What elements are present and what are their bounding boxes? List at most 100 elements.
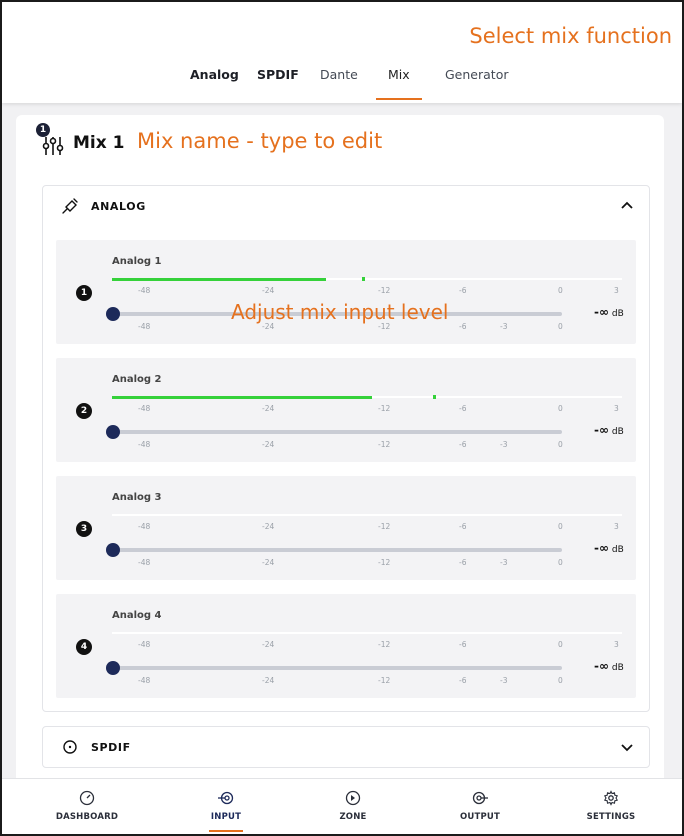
slider-tick-label: -6 bbox=[459, 558, 467, 567]
nav-input[interactable]: INPUT bbox=[171, 779, 281, 834]
slider-tick-label: -12 bbox=[378, 440, 391, 449]
channel-strip: Analog 4 4 -48 -24 -12 -6 0 3 -48 -24 -12 -6 -3 0 -∞ d… bbox=[56, 594, 636, 698]
meter-tick-label: -24 bbox=[262, 640, 275, 649]
slider-tick-label: -48 bbox=[138, 322, 151, 331]
tab-generator[interactable]: Generator bbox=[445, 68, 508, 102]
level-meter bbox=[112, 632, 622, 634]
slider-tick-label: 0 bbox=[558, 558, 563, 567]
slider-tick-label: 0 bbox=[558, 322, 563, 331]
spdif-section: SPDIF bbox=[42, 726, 650, 768]
gain-slider-knob[interactable] bbox=[106, 307, 120, 321]
nav-output-label: OUTPUT bbox=[459, 812, 501, 822]
input-icon bbox=[218, 791, 234, 805]
gain-slider-track[interactable] bbox=[112, 430, 562, 434]
nav-zone[interactable]: ZONE bbox=[298, 779, 408, 834]
analog-section-label: ANALOG bbox=[91, 200, 146, 213]
tab-mix[interactable]: Mix bbox=[376, 68, 422, 102]
slider-tick-label: -48 bbox=[138, 558, 151, 567]
level-meter-fill bbox=[112, 396, 372, 399]
meter-tick-label: -12 bbox=[378, 640, 391, 649]
nav-output[interactable]: OUTPUT bbox=[425, 779, 535, 834]
output-icon bbox=[472, 791, 488, 805]
tab-spdif[interactable]: SPDIF bbox=[257, 68, 299, 102]
tab-analog[interactable]: Analog bbox=[190, 68, 239, 102]
callout-mix-name: Mix name - type to edit bbox=[137, 129, 383, 153]
channel-label: Analog 1 bbox=[112, 256, 162, 267]
meter-tick-label: -24 bbox=[262, 404, 275, 413]
level-meter-peak bbox=[362, 277, 365, 281]
slider-tick-label: -48 bbox=[138, 440, 151, 449]
meter-tick-label: -12 bbox=[378, 522, 391, 531]
gain-slider-track[interactable] bbox=[112, 548, 562, 552]
zone-icon bbox=[345, 790, 361, 806]
cable-icon bbox=[62, 198, 78, 214]
meter-tick-label: -48 bbox=[138, 286, 151, 295]
nav-dashboard-label: DASHBOARD bbox=[55, 812, 119, 822]
channel-label: Analog 3 bbox=[112, 492, 162, 503]
level-meter bbox=[112, 514, 622, 516]
nav-input-label: INPUT bbox=[210, 812, 242, 822]
nav-dashboard[interactable]: DASHBOARD bbox=[32, 779, 142, 834]
nav-settings-label: SETTINGS bbox=[586, 812, 636, 822]
slider-tick-label: -12 bbox=[378, 558, 391, 567]
slider-tick-label: -6 bbox=[459, 440, 467, 449]
callout-adjust-level: Adjust mix input level bbox=[231, 300, 449, 324]
slider-tick-label: 0 bbox=[558, 676, 563, 685]
meter-tick-label: -24 bbox=[262, 522, 275, 531]
meter-tick-label: 0 bbox=[558, 522, 563, 531]
gain-readout: -∞ dB bbox=[594, 305, 624, 319]
spdif-section-header[interactable]: SPDIF bbox=[43, 727, 649, 767]
meter-tick-label: -6 bbox=[459, 640, 467, 649]
nav-settings[interactable]: SETTINGS bbox=[556, 779, 666, 834]
meter-tick-label: 0 bbox=[558, 286, 563, 295]
gain-readout: -∞ dB bbox=[594, 659, 624, 673]
slider-tick-label: -24 bbox=[262, 676, 275, 685]
analog-section-header[interactable]: ANALOG bbox=[43, 186, 649, 226]
tab-dante[interactable]: Dante bbox=[320, 68, 358, 102]
channel-strip: Analog 1 1 -48 -24 -12 -6 0 3 -48 -24 -12 -6 -3 0 -∞ d… bbox=[56, 240, 636, 344]
slider-tick-label: -6 bbox=[459, 322, 467, 331]
level-meter-peak bbox=[433, 395, 436, 399]
level-meter bbox=[112, 395, 622, 399]
gear-icon bbox=[603, 790, 619, 806]
meter-tick-label: 3 bbox=[614, 640, 619, 649]
chevron-down-icon[interactable] bbox=[619, 739, 635, 755]
meter-tick-label: -48 bbox=[138, 522, 151, 531]
meter-tick-label: -6 bbox=[459, 286, 467, 295]
callout-select-mix: Select mix function bbox=[469, 24, 672, 48]
spdif-section-label: SPDIF bbox=[91, 741, 131, 754]
channel-number-badge: 4 bbox=[76, 639, 92, 655]
meter-tick-label: 3 bbox=[614, 522, 619, 531]
level-meter-fill bbox=[112, 278, 326, 281]
channel-number-badge: 2 bbox=[76, 403, 92, 419]
meter-tick-label: 3 bbox=[614, 404, 619, 413]
nav-zone-label: ZONE bbox=[339, 812, 367, 822]
sliders-icon bbox=[42, 137, 64, 155]
meter-tick-label: -48 bbox=[138, 404, 151, 413]
slider-tick-label: -48 bbox=[138, 676, 151, 685]
slider-tick-label: -24 bbox=[262, 558, 275, 567]
channel-strip: Analog 3 3 -48 -24 -12 -6 0 3 -48 -24 -12 -6 -3 0 -∞ d… bbox=[56, 476, 636, 580]
channel-number-badge: 1 bbox=[76, 285, 92, 301]
meter-tick-label: 3 bbox=[614, 286, 619, 295]
chevron-up-icon[interactable] bbox=[619, 198, 635, 214]
slider-tick-label: -3 bbox=[500, 322, 508, 331]
gain-readout: -∞ dB bbox=[594, 541, 624, 555]
level-meter bbox=[112, 277, 622, 281]
channel-label: Analog 4 bbox=[112, 610, 162, 621]
gain-slider-track[interactable] bbox=[112, 666, 562, 670]
gain-slider-knob[interactable] bbox=[106, 425, 120, 439]
mix-name-field[interactable]: Mix 1 bbox=[73, 133, 124, 153]
slider-tick-label: -24 bbox=[262, 440, 275, 449]
meter-tick-label: -24 bbox=[262, 286, 275, 295]
meter-tick-label: -12 bbox=[378, 404, 391, 413]
channel-number-badge: 3 bbox=[76, 521, 92, 537]
gain-slider-knob[interactable] bbox=[106, 661, 120, 675]
gain-slider-knob[interactable] bbox=[106, 543, 120, 557]
meter-tick-label: -6 bbox=[459, 404, 467, 413]
circle-dot-icon bbox=[63, 740, 77, 754]
meter-tick-label: 0 bbox=[558, 404, 563, 413]
meter-tick-label: 0 bbox=[558, 640, 563, 649]
slider-tick-label: -6 bbox=[459, 676, 467, 685]
gain-readout: -∞ dB bbox=[594, 423, 624, 437]
